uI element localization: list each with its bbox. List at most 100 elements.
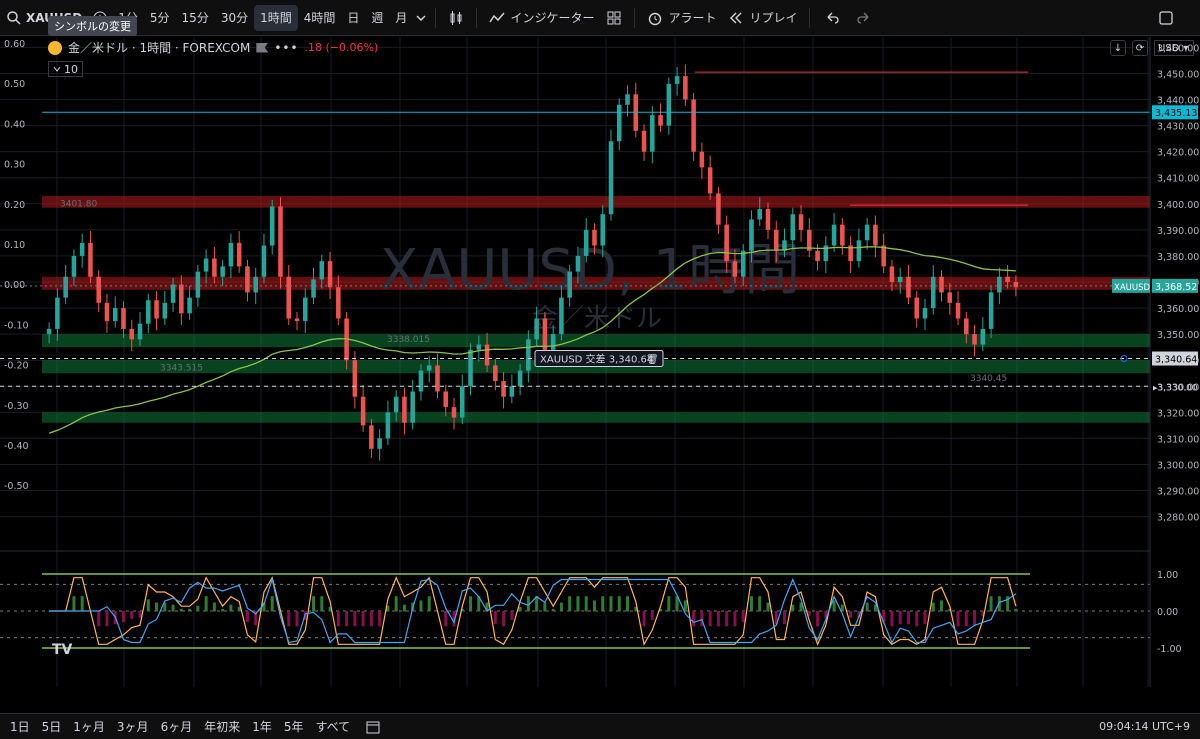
osc-histogram-bar (130, 611, 134, 619)
left-tick: -0.20 (4, 361, 29, 372)
chart-area[interactable]: XAUUSD, 1時間 金／米ドル 3338.0153401.803343.51… (0, 37, 1200, 687)
candle (468, 349, 473, 387)
grid-icon (607, 11, 621, 24)
interval-1d[interactable]: 日 (341, 5, 365, 31)
osc-histogram-bar (989, 596, 993, 612)
candle (55, 297, 60, 329)
interval-5m[interactable]: 5分 (144, 5, 176, 31)
candle (732, 261, 738, 277)
osc-histogram-bar (493, 611, 497, 625)
osc-histogram-bar (708, 611, 712, 627)
currency-select[interactable]: USD ▾ (1154, 40, 1194, 56)
candle (881, 245, 886, 267)
candle (509, 386, 515, 397)
candle (146, 300, 151, 324)
calendar-icon[interactable] (366, 720, 380, 734)
range-5d[interactable]: 5日 (42, 718, 62, 735)
candle (765, 209, 771, 230)
osc-histogram-bar (320, 596, 324, 612)
candle (1013, 282, 1019, 288)
osc-histogram-bar (146, 599, 150, 612)
osc-histogram-bar (559, 602, 563, 612)
interval-1w[interactable]: 週 (365, 5, 389, 31)
candle (220, 266, 225, 277)
interval-15m[interactable]: 15分 (176, 5, 215, 31)
interval-1mo[interactable]: 月 (389, 5, 413, 31)
osc-histogram-bar (890, 611, 894, 627)
osc-histogram-bar (171, 604, 175, 612)
price-tick: 3,410.00 (1157, 174, 1199, 185)
range-5y[interactable]: 5年 (284, 718, 304, 735)
price-tick: 3,280.00 (1157, 513, 1199, 524)
alarm-clock-icon (649, 12, 662, 25)
candle (798, 214, 804, 230)
interval-30m[interactable]: 30分 (215, 5, 254, 31)
candle (369, 425, 374, 449)
range-1y[interactable]: 1年 (252, 718, 272, 735)
candle (426, 365, 432, 371)
price-tick: 3,450.00 (1157, 69, 1199, 80)
fullscreen-icon[interactable] (1158, 10, 1174, 26)
alert-price-label: 3,435.13 (1155, 108, 1197, 119)
alert-button[interactable]: アラート (641, 5, 722, 31)
candle-type-icon[interactable] (448, 10, 464, 26)
undo-icon[interactable] (824, 10, 840, 26)
osc-histogram-bar (221, 608, 225, 612)
interval-4h[interactable]: 4時間 (298, 5, 342, 31)
candle (476, 344, 482, 350)
price-annotation: 3340.45 (970, 374, 1007, 384)
osc-histogram-bar (287, 611, 291, 627)
range-6m[interactable]: 6ヶ月 (161, 718, 193, 735)
indicator-toggle[interactable]: 10 (48, 61, 83, 77)
candle (666, 83, 672, 126)
left-tick: -0.40 (4, 441, 29, 452)
range-1m[interactable]: 1ヶ月 (73, 718, 105, 735)
candle (856, 240, 862, 262)
candle (360, 396, 366, 426)
indicators-button[interactable]: インジケーター (483, 5, 600, 31)
download-icon[interactable]: ↓ (1110, 40, 1126, 56)
osc-histogram-bar (138, 611, 142, 618)
left-tick: -0.10 (4, 320, 29, 331)
candle (658, 115, 663, 126)
range-1d[interactable]: 1日 (10, 718, 30, 735)
candle (600, 214, 606, 246)
price-tick: 3,320.00 (1157, 408, 1199, 419)
range-ytd[interactable]: 年初来 (204, 718, 240, 735)
range-all[interactable]: すべて (316, 718, 351, 735)
candle (790, 214, 796, 241)
candle (104, 302, 110, 322)
osc-histogram-bar (592, 600, 596, 612)
osc-histogram-bar (816, 611, 820, 627)
redo-icon[interactable] (856, 10, 872, 26)
price-annotation: 3338.015 (387, 335, 430, 345)
candle (674, 76, 680, 84)
refresh-icon[interactable]: ⟳ (1132, 40, 1148, 56)
indicator-count: 10 (64, 62, 78, 76)
candle (972, 334, 977, 345)
candle (112, 308, 118, 322)
flag-icon[interactable] (256, 42, 269, 53)
layouts-button[interactable] (600, 5, 628, 31)
candle (71, 255, 77, 277)
candle (980, 328, 986, 345)
divider (809, 7, 811, 28)
candle (319, 261, 325, 280)
candle (608, 141, 614, 215)
price-tick: 3,360.00 (1157, 304, 1199, 315)
price-tick: 3,420.00 (1157, 148, 1199, 159)
osc-histogram-bar (312, 596, 316, 612)
chevron-down-icon[interactable] (413, 10, 429, 26)
replay-button[interactable]: リプレイ (722, 5, 803, 31)
osc-histogram-bar (898, 611, 902, 625)
more-icon[interactable]: ••• (274, 41, 298, 55)
chart-legend[interactable]: 金／米ドル · 1時間 · FOREXCOM ••• .18 (−0.06%) (48, 39, 378, 56)
candle (79, 242, 85, 256)
candle (831, 224, 837, 246)
range-3m[interactable]: 3ヶ月 (117, 718, 149, 735)
osc-histogram-bar (749, 596, 753, 612)
left-tick: 0.60 (4, 39, 25, 50)
interval-1h[interactable]: 1時間 (254, 4, 298, 31)
osc-histogram-bar (791, 604, 795, 612)
candle (930, 276, 936, 309)
